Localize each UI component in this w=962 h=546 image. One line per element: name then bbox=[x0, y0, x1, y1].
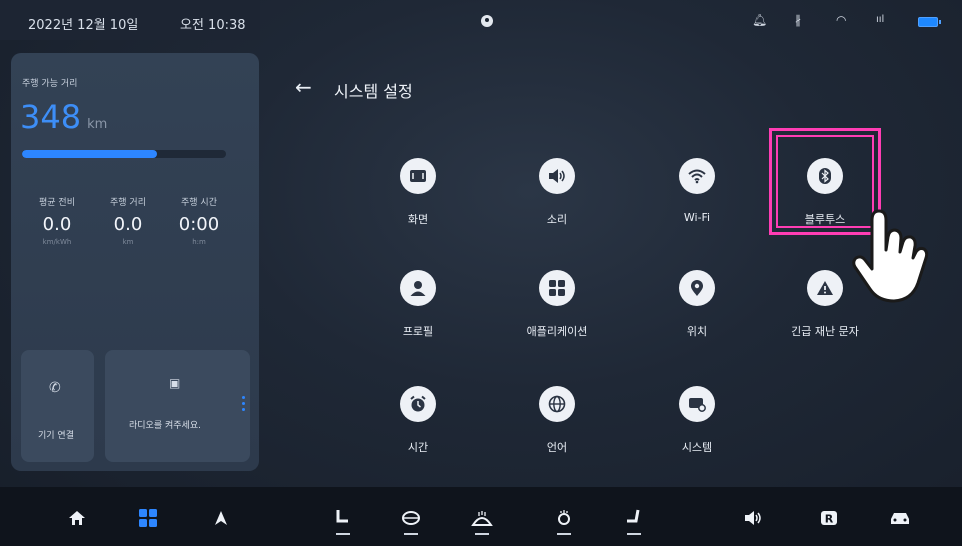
phone-icon: ✆ bbox=[49, 380, 61, 396]
setting-profile[interactable]: 프로필 bbox=[358, 270, 478, 360]
navigation-icon[interactable] bbox=[209, 507, 233, 529]
bell-icon: 🔔︎ bbox=[752, 13, 768, 27]
dock-indicator bbox=[475, 533, 489, 535]
camera-r-icon[interactable]: R bbox=[817, 507, 841, 529]
setting-label: 소리 bbox=[546, 213, 568, 226]
setting-label: 언어 bbox=[546, 441, 568, 454]
range-unit: km bbox=[87, 117, 108, 132]
setting-sound[interactable]: 소리 bbox=[497, 158, 617, 248]
hand-pointer-icon bbox=[852, 209, 929, 303]
speaker-icon bbox=[539, 158, 575, 194]
stat-trip-time: 주행 시간 0:00 h:m bbox=[164, 195, 234, 246]
setting-label: 화면 bbox=[407, 213, 429, 226]
setting-wifi[interactable]: Wi-Fi bbox=[637, 158, 757, 248]
dock-indicator bbox=[404, 533, 418, 535]
radio-tile-label: 라디오를 켜주세요. bbox=[129, 421, 201, 431]
phone-connect-tile[interactable]: ✆ 기기 연결 bbox=[21, 350, 94, 462]
stat-value: 0.0 bbox=[113, 214, 143, 235]
wifi-icon: ◠ bbox=[836, 13, 847, 27]
range-label: 주행 가능 거리 bbox=[22, 79, 78, 89]
range-progress-fill bbox=[22, 150, 157, 158]
setting-time[interactable]: 시간 bbox=[358, 386, 478, 476]
setting-applications[interactable]: 애플리케이션 bbox=[497, 270, 617, 360]
seat-heat-icon[interactable] bbox=[331, 507, 355, 529]
stat-label: 평균 전비 bbox=[39, 198, 75, 208]
setting-label: Wi-Fi bbox=[683, 211, 711, 224]
setting-location[interactable]: 위치 bbox=[637, 270, 757, 360]
bluetooth-icon: ∦ bbox=[795, 13, 801, 27]
location-pin-icon bbox=[679, 270, 715, 306]
setting-label: 위치 bbox=[686, 325, 708, 338]
phone-tile-label: 기기 연결 bbox=[38, 431, 74, 441]
setting-display[interactable]: 화면 bbox=[358, 158, 478, 248]
defrost-icon[interactable] bbox=[470, 507, 494, 529]
alarm-clock-icon bbox=[400, 386, 436, 422]
stat-label: 주행 시간 bbox=[181, 198, 217, 208]
profile-icon[interactable] bbox=[481, 15, 493, 27]
setting-label: 시스템 bbox=[681, 441, 713, 454]
range-progress-bar bbox=[22, 150, 226, 158]
stat-label: 주행 거리 bbox=[110, 198, 146, 208]
stat-trip-distance: 주행 거리 0.0 km bbox=[93, 195, 163, 246]
globe-icon bbox=[539, 386, 575, 422]
apps-icon[interactable] bbox=[136, 507, 160, 529]
car-icon[interactable] bbox=[888, 507, 912, 529]
status-date: 2022년 12월 10일 bbox=[28, 18, 139, 33]
range-value: 348 km bbox=[20, 100, 107, 142]
more-options-icon[interactable] bbox=[242, 396, 245, 411]
stat-average-efficiency: 평균 전비 0.0 km/kWh bbox=[22, 195, 92, 246]
warning-icon bbox=[807, 270, 843, 306]
setting-label: 프로필 bbox=[402, 325, 434, 338]
stat-value: 0.0 bbox=[42, 214, 72, 235]
radio-tile[interactable]: ▣ 라디오를 켜주세요. bbox=[105, 350, 250, 462]
infotainment-screen: 2022년 12월 10일 오전 10:38 🔔︎ ∦ ◠ ııl 주행 가능 … bbox=[0, 0, 962, 546]
signal-icon: ııl bbox=[876, 14, 885, 25]
home-icon[interactable] bbox=[65, 507, 89, 529]
range-number: 348 bbox=[20, 98, 82, 136]
dock-indicator bbox=[627, 533, 641, 535]
display-icon bbox=[400, 158, 436, 194]
setting-label: 긴급 재난 문자 bbox=[791, 325, 859, 338]
stat-value: 0:00 bbox=[178, 214, 220, 235]
dock-indicator bbox=[557, 533, 571, 535]
setting-label: 시간 bbox=[407, 441, 429, 454]
setting-language[interactable]: 언어 bbox=[497, 386, 617, 476]
radio-icon: ▣ bbox=[169, 376, 181, 390]
page-title: 시스템 설정 bbox=[334, 82, 413, 101]
steering-heat-icon[interactable] bbox=[399, 507, 423, 529]
seat-ventilation-icon[interactable] bbox=[552, 507, 576, 529]
status-bar: 2022년 12월 10일 오전 10:38 🔔︎ ∦ ◠ ııl bbox=[0, 0, 962, 40]
dock-indicator bbox=[336, 533, 350, 535]
status-time: 오전 10:38 bbox=[180, 18, 246, 33]
stat-unit: km/kWh bbox=[42, 238, 72, 246]
stat-unit: h:m bbox=[192, 238, 206, 246]
volume-icon[interactable] bbox=[742, 507, 766, 529]
seat-adjust-icon[interactable] bbox=[622, 507, 646, 529]
svg-text:R: R bbox=[825, 513, 834, 526]
back-arrow-icon[interactable]: ← bbox=[295, 77, 312, 97]
apps-grid-icon bbox=[539, 270, 575, 306]
setting-label: 애플리케이션 bbox=[526, 325, 588, 338]
battery-icon bbox=[918, 17, 941, 27]
person-icon bbox=[400, 270, 436, 306]
wifi-icon bbox=[679, 158, 715, 194]
system-icon bbox=[679, 386, 715, 422]
setting-system[interactable]: 시스템 bbox=[637, 386, 757, 476]
stat-unit: km bbox=[122, 238, 134, 246]
